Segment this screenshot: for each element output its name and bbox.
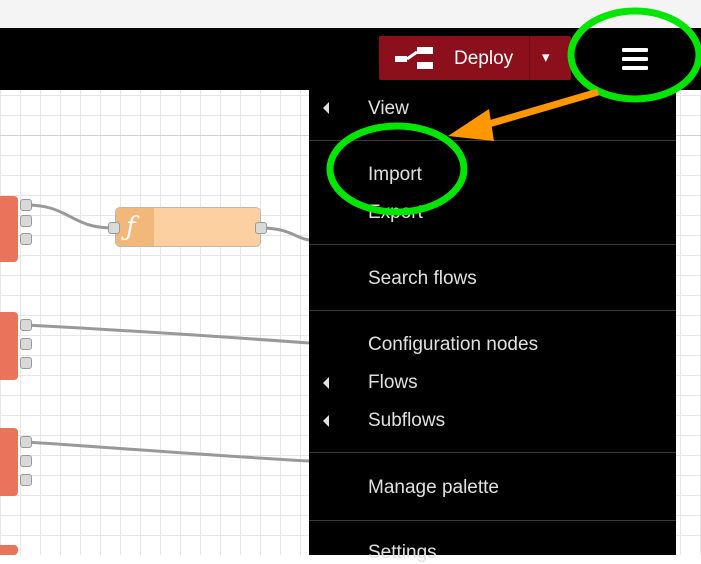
flow-node[interactable] — [0, 545, 18, 555]
node-port[interactable] — [20, 474, 32, 486]
chevron-left-icon — [323, 415, 329, 427]
deploy-button[interactable]: Deploy ▾ — [379, 36, 571, 80]
node-port[interactable] — [20, 215, 32, 227]
menu-separator — [309, 244, 676, 245]
hamburger-menu-button[interactable] — [604, 40, 664, 80]
node-port[interactable] — [20, 319, 32, 331]
menu-separator — [309, 452, 676, 453]
node-port[interactable] — [20, 233, 32, 245]
node-port[interactable] — [20, 338, 32, 350]
menu-item-export[interactable]: Export — [368, 202, 423, 224]
function-node-icon-area: ƒ — [116, 208, 154, 246]
menu-separator — [309, 140, 676, 141]
menu-separator — [309, 310, 676, 311]
chevron-left-icon — [323, 377, 329, 389]
hamburger-menu-icon — [622, 48, 648, 52]
menu-item-import[interactable]: Import — [368, 164, 422, 186]
menu-item-flows[interactable]: Flows — [368, 372, 418, 394]
menu-item-settings[interactable]: Settings — [368, 542, 437, 564]
chevron-left-icon — [323, 102, 329, 114]
app-header — [0, 28, 701, 90]
main-menu: View Import Export Search flows Configur… — [309, 90, 676, 563]
flow-node[interactable] — [0, 312, 18, 380]
deploy-label: Deploy — [454, 48, 514, 69]
menu-item-configuration-nodes[interactable]: Configuration nodes — [368, 334, 538, 356]
node-port[interactable] — [20, 455, 32, 467]
chevron-down-icon[interactable]: ▾ — [542, 48, 550, 66]
function-icon: ƒ — [126, 212, 136, 242]
deploy-divider — [529, 36, 530, 80]
node-port[interactable] — [20, 357, 32, 369]
menu-item-manage-palette[interactable]: Manage palette — [368, 477, 499, 499]
menu-separator — [309, 520, 676, 521]
menu-item-subflows[interactable]: Subflows — [368, 410, 445, 432]
function-node[interactable]: ƒ — [115, 207, 261, 247]
menu-item-search-flows[interactable]: Search flows — [368, 268, 477, 290]
browser-chrome-strip — [0, 0, 701, 28]
node-port[interactable] — [255, 222, 267, 234]
deploy-icon — [395, 47, 433, 69]
menu-item-view[interactable]: View — [368, 98, 409, 120]
flow-node[interactable] — [0, 196, 18, 262]
node-port[interactable] — [108, 222, 120, 234]
node-port[interactable] — [20, 199, 32, 211]
node-port[interactable] — [20, 436, 32, 448]
flow-node[interactable] — [0, 428, 18, 496]
